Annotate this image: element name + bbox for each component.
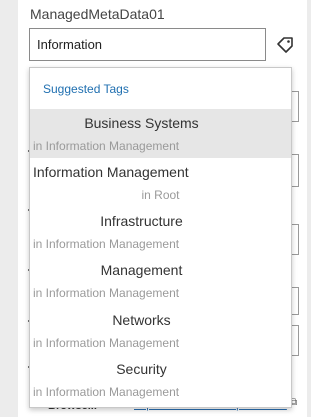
suggestion-name: Networks xyxy=(112,312,171,328)
suggestion-path: in Root xyxy=(141,188,180,202)
suggestion-path: in Information Management xyxy=(33,286,180,300)
tag-icon[interactable] xyxy=(275,35,295,55)
suggestion-name: Security xyxy=(116,361,167,377)
right-page-gutter xyxy=(307,0,311,417)
suggestion-path: in Information Management xyxy=(33,336,180,350)
left-page-gutter xyxy=(0,0,18,417)
suggestion-item-infrastructure[interactable]: Infrastructure in Information Management xyxy=(30,207,291,256)
suggestion-item-management[interactable]: Management in Information Management xyxy=(30,256,291,305)
suggestion-name: Management xyxy=(100,262,183,278)
suggestion-item-networks[interactable]: Networks in Information Management xyxy=(30,306,291,355)
suggestion-path: in Information Management xyxy=(33,385,180,399)
suggestion-path: in Information Management xyxy=(33,237,180,251)
suggestion-name: Information Management xyxy=(33,164,189,180)
managed-metadata-input[interactable]: Information xyxy=(29,28,266,61)
suggestion-item-business-systems[interactable]: Business Systems in Information Manageme… xyxy=(30,109,291,158)
suggestion-item-security[interactable]: Security in Information Management xyxy=(30,355,291,404)
suggestion-item-information-management[interactable]: Information Management in Root xyxy=(30,158,291,207)
suggestions-dropdown: Suggested Tags Business Systems in Infor… xyxy=(29,67,292,408)
suggestion-name: Infrastructure xyxy=(100,213,183,229)
suggestion-name: Business Systems xyxy=(84,115,199,131)
suggestion-path: in Information Management xyxy=(33,139,180,153)
suggested-tags-header: Suggested Tags xyxy=(43,82,129,96)
field-label: ManagedMetaData01 xyxy=(30,6,165,22)
